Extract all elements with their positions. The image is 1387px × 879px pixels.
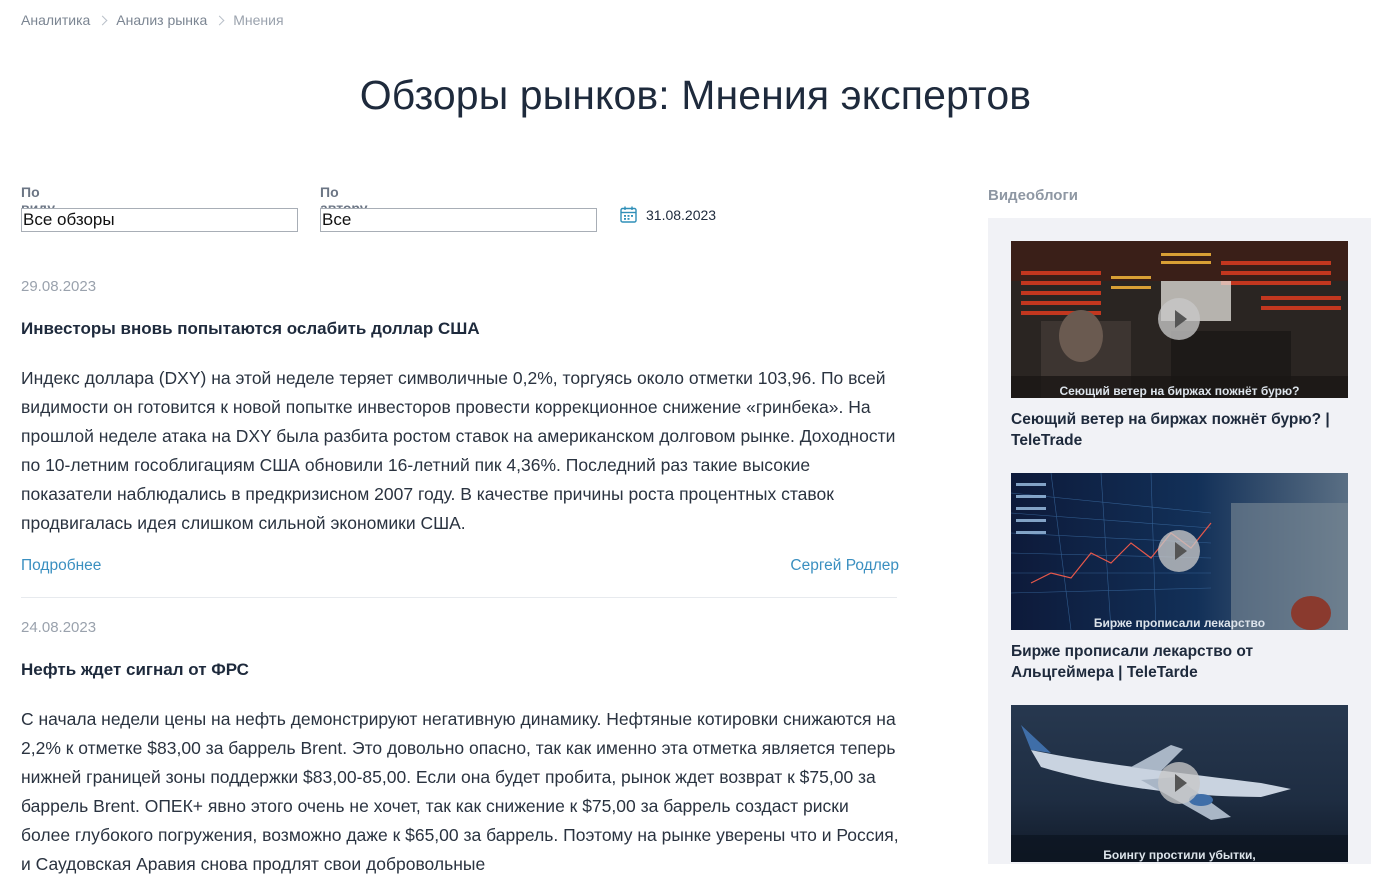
article-date: 24.08.2023 <box>21 619 97 636</box>
market-filter: По виду рынка Все обзоры <box>21 184 298 232</box>
breadcrumb-current: Мнения <box>233 12 284 28</box>
article-author-link[interactable]: Сергей Родлер <box>790 557 899 575</box>
video-thumbnail-caption: Бирже прописали лекарство <box>1093 616 1266 630</box>
play-icon[interactable] <box>1158 762 1200 804</box>
video-thumbnail[interactable]: Бирже прописали лекарство <box>1011 473 1348 630</box>
video-thumbnail-caption: Боингу простили убытки, <box>1103 848 1256 862</box>
article-date: 29.08.2023 <box>21 278 97 295</box>
video-card[interactable]: Бирже прописали лекарство Бирже прописал… <box>1011 473 1348 683</box>
videoblogs-panel: Сеющий ветер на биржах пожнёт бурю? Сеющ… <box>988 218 1371 864</box>
article-title[interactable]: Нефть ждет сигнал от ФРС <box>21 660 249 680</box>
article-item: 24.08.2023 Нефть ждет сигнал от ФРС С на… <box>21 619 899 874</box>
breadcrumb: Аналитика Анализ рынка Мнения <box>21 12 284 28</box>
article-divider <box>21 597 897 598</box>
article-title[interactable]: Инвесторы вновь попытаются ослабить долл… <box>21 319 480 339</box>
video-card[interactable]: Боингу простили убытки, <box>1011 705 1348 862</box>
page-title: Обзоры рынков: Мнения экспертов <box>359 72 1032 118</box>
article-body: С начала недели цены на нефть демонстрир… <box>21 709 899 874</box>
breadcrumb-market-analysis[interactable]: Анализ рынка <box>116 12 207 28</box>
video-card[interactable]: Сеющий ветер на биржах пожнёт бурю? Сеющ… <box>1011 241 1348 451</box>
play-icon[interactable] <box>1158 298 1200 340</box>
date-value: 31.08.2023 <box>646 206 717 223</box>
article-body: Индекс доллара (DXY) на этой неделе теря… <box>21 368 896 533</box>
calendar-icon <box>620 206 637 223</box>
video-thumbnail[interactable]: Боингу простили убытки, <box>1011 705 1348 862</box>
market-select[interactable]: Все обзоры <box>21 208 298 232</box>
breadcrumb-chevron-icon <box>214 15 225 25</box>
date-picker[interactable]: 31.08.2023 <box>620 206 716 223</box>
play-icon[interactable] <box>1158 530 1200 572</box>
video-thumbnail-caption: Сеющий ветер на биржах пожнёт бурю? <box>1059 384 1300 398</box>
video-title[interactable]: Бирже прописали лекарство от Альцгеймера… <box>1011 641 1348 683</box>
video-thumbnail[interactable]: Сеющий ветер на биржах пожнёт бурю? <box>1011 241 1348 398</box>
article-item: 29.08.2023 Инвесторы вновь попытаются ос… <box>21 278 899 574</box>
breadcrumb-analytics[interactable]: Аналитика <box>21 12 90 28</box>
author-filter: По автору Все <box>320 184 597 232</box>
videoblogs-title: Видеоблоги <box>988 187 1078 204</box>
author-select[interactable]: Все <box>320 208 597 232</box>
breadcrumb-chevron-icon <box>97 15 108 25</box>
read-more-link[interactable]: Подробнее <box>21 557 101 575</box>
video-title[interactable]: Сеющий ветер на биржах пожнёт бурю? | Te… <box>1011 409 1348 451</box>
